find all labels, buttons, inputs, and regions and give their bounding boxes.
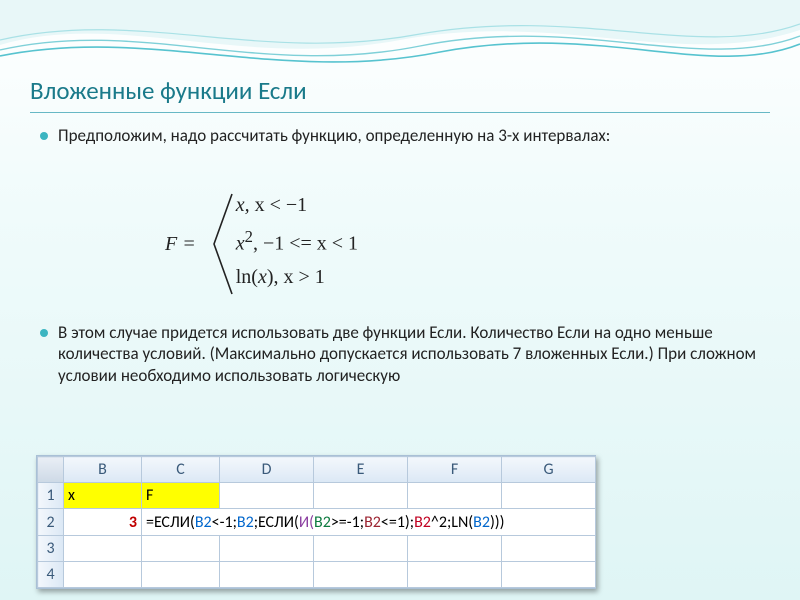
- cell[interactable]: [502, 562, 596, 588]
- slide-title: Вложенные функции Если: [30, 75, 770, 113]
- cell[interactable]: [408, 536, 502, 562]
- bullet-list-2: В этом случае придется использовать две …: [40, 322, 760, 394]
- cell-b2[interactable]: 3: [64, 509, 142, 536]
- cell[interactable]: [64, 562, 142, 588]
- left-angle-bracket-icon: [208, 190, 236, 298]
- row-header[interactable]: 2: [38, 509, 64, 536]
- bullet-icon: [40, 132, 48, 140]
- bullet-list-1: Предположим, надо рассчитать функцию, оп…: [40, 125, 760, 154]
- row-header[interactable]: 4: [38, 562, 64, 588]
- bullet-item: Предположим, надо рассчитать функцию, оп…: [40, 125, 760, 146]
- excel-grid: B C D E F G 1 x F 2 3 =ЕСЛИ(B2<-1;B2;: [37, 456, 596, 588]
- cell-b1[interactable]: x: [64, 483, 142, 509]
- bullet-icon: [40, 329, 48, 337]
- piecewise-cases: x, x < −1 x2, −1 <= x < 1 ln(x), x > 1: [236, 190, 358, 298]
- col-header[interactable]: G: [502, 457, 596, 483]
- table-row: 4: [38, 562, 596, 588]
- cell[interactable]: [502, 536, 596, 562]
- formula-text: =ЕСЛИ(B2<-1;B2;ЕСЛИ(И(B2>=-1;B2<=1);B2^2…: [142, 509, 595, 535]
- cell[interactable]: [314, 536, 408, 562]
- col-header[interactable]: E: [314, 457, 408, 483]
- case-row: ln(x), x > 1: [236, 266, 358, 289]
- case-row: x, x < −1: [236, 194, 358, 217]
- row-header[interactable]: 3: [38, 536, 64, 562]
- cell[interactable]: [142, 536, 220, 562]
- decorative-wave: [0, 0, 800, 85]
- excel-header-row: B C D E F G: [38, 457, 596, 483]
- piecewise-formula: F = x, x < −1 x2, −1 <= x < 1 ln(x), x >…: [165, 190, 358, 298]
- row-header[interactable]: 1: [38, 483, 64, 509]
- case-row: x2, −1 <= x < 1: [236, 227, 358, 256]
- col-header[interactable]: F: [408, 457, 502, 483]
- table-row: 3: [38, 536, 596, 562]
- cell-c2-formula[interactable]: =ЕСЛИ(B2<-1;B2;ЕСЛИ(И(B2>=-1;B2<=1);B2^2…: [142, 509, 596, 536]
- cell[interactable]: [314, 562, 408, 588]
- cell-c1[interactable]: F: [142, 483, 220, 509]
- formula-lhs: F =: [165, 233, 196, 256]
- bullet-text: Предположим, надо рассчитать функцию, оп…: [58, 125, 610, 146]
- slide: Вложенные функции Если Предположим, надо…: [0, 0, 800, 600]
- table-row: 2 3 =ЕСЛИ(B2<-1;B2;ЕСЛИ(И(B2>=-1;B2<=1);…: [38, 509, 596, 536]
- cell[interactable]: [220, 536, 314, 562]
- col-header[interactable]: D: [220, 457, 314, 483]
- bullet-text: В этом случае придется использовать две …: [58, 322, 760, 386]
- cell[interactable]: [64, 536, 142, 562]
- bullet-item: В этом случае придется использовать две …: [40, 322, 760, 386]
- cell[interactable]: [142, 562, 220, 588]
- select-all-corner[interactable]: [38, 457, 64, 483]
- cell[interactable]: [408, 562, 502, 588]
- cell[interactable]: [220, 562, 314, 588]
- cell[interactable]: [314, 483, 408, 509]
- cell[interactable]: [408, 483, 502, 509]
- excel-screenshot: B C D E F G 1 x F 2 3 =ЕСЛИ(B2<-1;B2;: [36, 455, 596, 589]
- col-header[interactable]: B: [64, 457, 142, 483]
- cell[interactable]: [502, 483, 596, 509]
- table-row: 1 x F: [38, 483, 596, 509]
- cell[interactable]: [220, 483, 314, 509]
- col-header[interactable]: C: [142, 457, 220, 483]
